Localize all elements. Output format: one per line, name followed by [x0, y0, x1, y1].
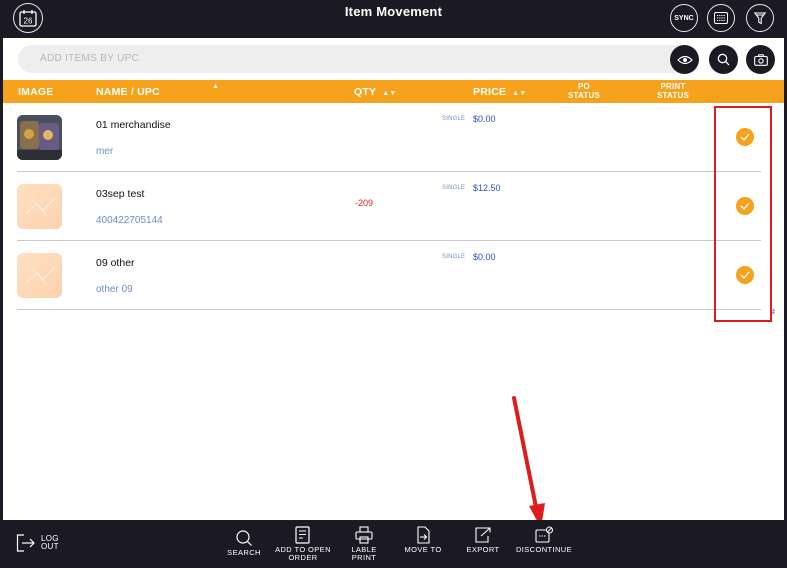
annotation-arrow-icon — [512, 396, 545, 528]
item-image — [17, 115, 62, 160]
column-price[interactable]: PRICE ▲▼ — [473, 86, 526, 98]
column-qty-label: QTY — [354, 86, 377, 98]
print-status-check[interactable] — [736, 266, 754, 284]
item-image-placeholder — [17, 253, 62, 298]
item-upc: 400422705144 — [96, 215, 163, 226]
camera-scan-button[interactable] — [746, 45, 775, 74]
column-print-status: PRINT STATUS — [656, 82, 689, 100]
item-price: $0.00 — [473, 114, 496, 124]
filter-button[interactable] — [746, 4, 774, 32]
move-to-label: MOVE TO — [404, 545, 442, 554]
table-row[interactable]: 03sep test 400422705144 -209 SINGLE $12.… — [17, 172, 761, 241]
discontinue-button[interactable]: DISCONTINUE — [512, 526, 576, 554]
filter-icon — [754, 11, 766, 24]
sort-icon: ▲▼ — [512, 90, 527, 97]
top-bar: 26 Item Movement SYNC — [0, 0, 787, 38]
item-image-placeholder — [17, 184, 62, 229]
table-row[interactable]: 01 merchandise mer SINGLE $0.00 — [17, 103, 761, 172]
sync-button[interactable]: SYNC — [670, 4, 698, 32]
discontinue-icon — [535, 526, 553, 543]
price-type: SINGLE — [442, 185, 466, 191]
logout-icon — [16, 534, 35, 552]
item-upc: mer — [96, 146, 114, 157]
column-name-upc[interactable]: NAME / UPC — [96, 86, 160, 98]
add-to-open-order-button[interactable]: ADD TO OPEN ORDER — [273, 526, 333, 562]
toolbar-search-button[interactable]: SEARCH — [224, 529, 264, 557]
table-footer-mark: # — [770, 307, 776, 317]
search-icon — [717, 53, 730, 66]
search-button[interactable] — [709, 45, 738, 74]
table-row[interactable]: 09 other other 09 SINGLE $0.00 — [17, 241, 761, 310]
lable-print-button[interactable]: LABLE PRINT — [346, 526, 382, 562]
printer-icon — [355, 526, 373, 544]
export-button[interactable]: EXPORT — [462, 526, 504, 554]
visibility-toggle-button[interactable] — [670, 45, 699, 74]
camera-icon — [753, 53, 768, 66]
item-name: 01 merchandise — [96, 119, 171, 131]
print-status-check[interactable] — [736, 197, 754, 215]
logout-label: LOG OUT — [41, 534, 59, 551]
item-price: $12.50 — [473, 183, 501, 193]
page-title: Item Movement — [344, 4, 443, 19]
check-icon — [740, 133, 750, 141]
check-icon — [740, 202, 750, 210]
item-name: 09 other — [96, 257, 135, 269]
upc-search-input[interactable]: ADD ITEMS BY UPC — [18, 45, 692, 73]
item-price: $0.00 — [473, 252, 496, 262]
lable-print-label: LABLE PRINT — [351, 545, 377, 562]
search-icon — [236, 530, 252, 546]
check-icon — [740, 271, 750, 279]
sort-icon: ▲▼ — [382, 90, 397, 97]
order-list-icon — [295, 526, 310, 544]
discontinue-label: DISCONTINUE — [515, 545, 573, 554]
keyboard-icon — [714, 12, 728, 24]
bottom-toolbar: LOG OUT SEARCH ADD TO OPEN ORDER LABLE P… — [0, 520, 787, 568]
keyboard-button[interactable] — [707, 4, 735, 32]
item-name: 03sep test — [96, 188, 145, 200]
column-price-label: PRICE — [473, 86, 507, 98]
item-upc: other 09 — [96, 284, 133, 295]
sort-up-icon[interactable]: ▲ — [212, 83, 219, 90]
item-qty: -209 — [355, 198, 374, 208]
move-to-button[interactable]: MOVE TO — [400, 526, 446, 554]
price-type: SINGLE — [442, 116, 466, 122]
column-image: IMAGE — [18, 86, 54, 98]
move-file-icon — [417, 526, 430, 544]
table-header: IMAGE NAME / UPC ▲ QTY ▲▼ PRICE ▲▼ PO STAT… — [3, 80, 784, 103]
column-name-upc-label: NAME / UPC — [96, 86, 160, 98]
logout-button[interactable]: LOG OUT — [16, 534, 63, 552]
add-to-open-order-label: ADD TO OPEN ORDER — [275, 545, 331, 562]
price-type: SINGLE — [442, 254, 466, 260]
export-label: EXPORT — [466, 545, 500, 554]
column-qty[interactable]: QTY ▲▼ — [354, 86, 396, 98]
export-icon — [475, 527, 491, 543]
print-status-check[interactable] — [736, 128, 754, 146]
eye-icon — [676, 55, 693, 64]
column-po-status: PO STATUS — [567, 82, 600, 100]
toolbar-search-label: SEARCH — [227, 548, 261, 557]
